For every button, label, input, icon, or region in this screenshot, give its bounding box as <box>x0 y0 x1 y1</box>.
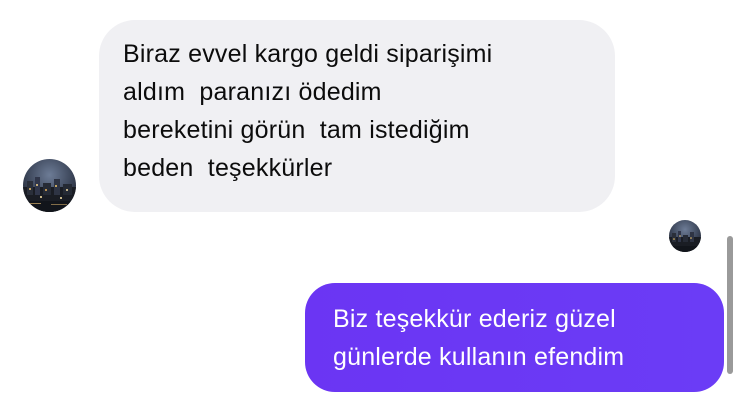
outgoing-message-bubble[interactable]: Biz teşekkür ederiz güzel günlerde kulla… <box>305 283 724 392</box>
message-text-line: bereketini görün tam istediğim <box>123 116 470 144</box>
message-text-line: aldım paranızı ödedim <box>123 78 382 106</box>
message-text-line: Biz teşekkür ederiz güzel <box>333 305 616 333</box>
incoming-message-bubble[interactable]: Biraz evvel kargo geldi siparişimi aldım… <box>99 20 615 212</box>
message-text-line: günlerde kullanın efendim <box>333 343 625 371</box>
message-text-line: Biraz evvel kargo geldi siparişimi <box>123 40 493 68</box>
message-thread: Biraz evvel kargo geldi siparişimi aldım… <box>0 0 739 411</box>
city-night-photo-icon <box>23 159 76 212</box>
sender-avatar[interactable] <box>23 159 76 212</box>
read-receipt-avatar <box>669 220 701 252</box>
scrollbar-thumb[interactable] <box>727 236 733 374</box>
city-night-photo-icon <box>669 220 701 252</box>
message-text-line: beden teşekkürler <box>123 154 333 182</box>
